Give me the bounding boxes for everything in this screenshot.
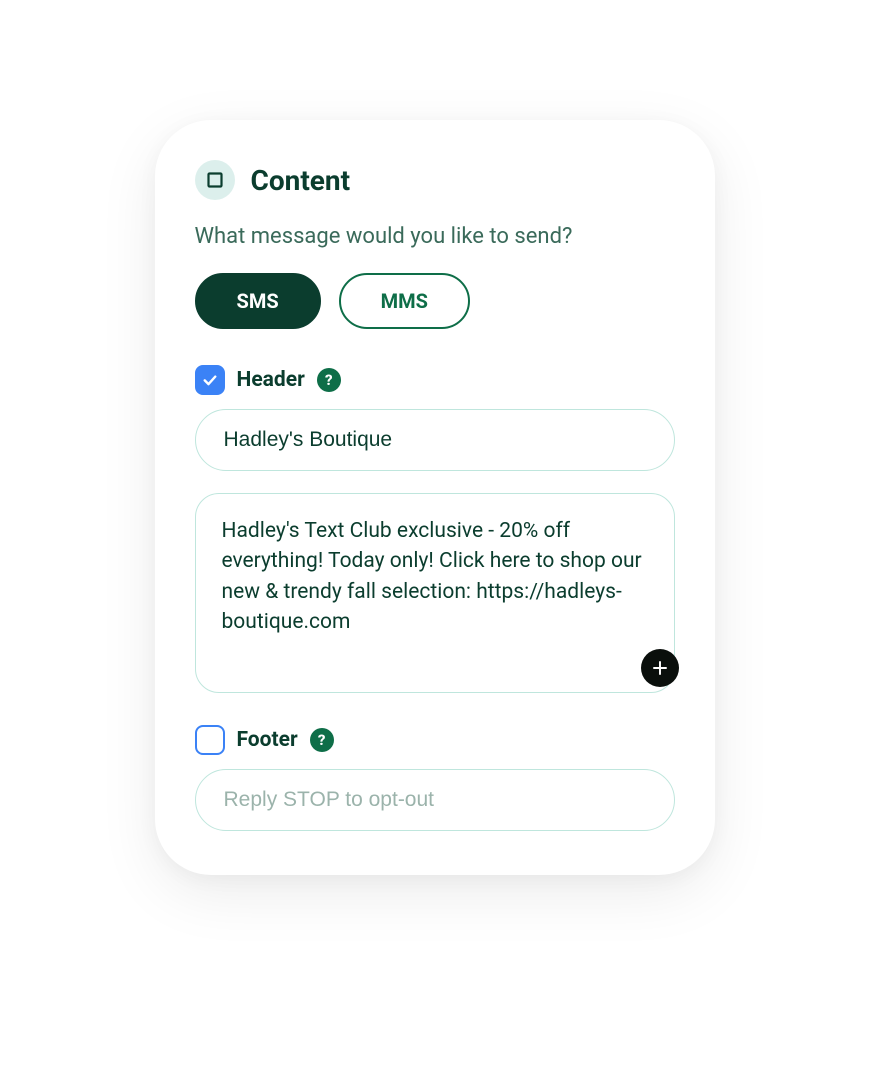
add-button[interactable] <box>641 649 679 687</box>
header-help-icon[interactable]: ? <box>317 368 341 392</box>
footer-help-icon[interactable]: ? <box>310 728 334 752</box>
header-label: Header <box>237 368 305 392</box>
header-field-group: Header ? <box>195 365 675 493</box>
content-card: Content What message would you like to s… <box>155 120 715 875</box>
footer-label-row: Footer ? <box>195 725 675 755</box>
tab-sms[interactable]: SMS <box>195 273 321 329</box>
footer-checkbox[interactable] <box>195 725 225 755</box>
footer-field-group: Footer ? <box>195 725 675 831</box>
footer-label: Footer <box>237 728 298 752</box>
footer-input[interactable] <box>195 769 675 831</box>
section-title: Content <box>251 164 351 197</box>
header-checkbox[interactable] <box>195 365 225 395</box>
tab-mms[interactable]: MMS <box>339 273 470 329</box>
plus-icon <box>651 659 669 677</box>
body-field-group <box>195 493 675 697</box>
header-input[interactable] <box>195 409 675 471</box>
section-prompt: What message would you like to send? <box>195 224 675 249</box>
section-header: Content <box>195 160 675 200</box>
body-textarea[interactable] <box>195 493 675 693</box>
message-type-tabs: SMS MMS <box>195 273 675 329</box>
content-icon <box>195 160 235 200</box>
header-label-row: Header ? <box>195 365 675 395</box>
